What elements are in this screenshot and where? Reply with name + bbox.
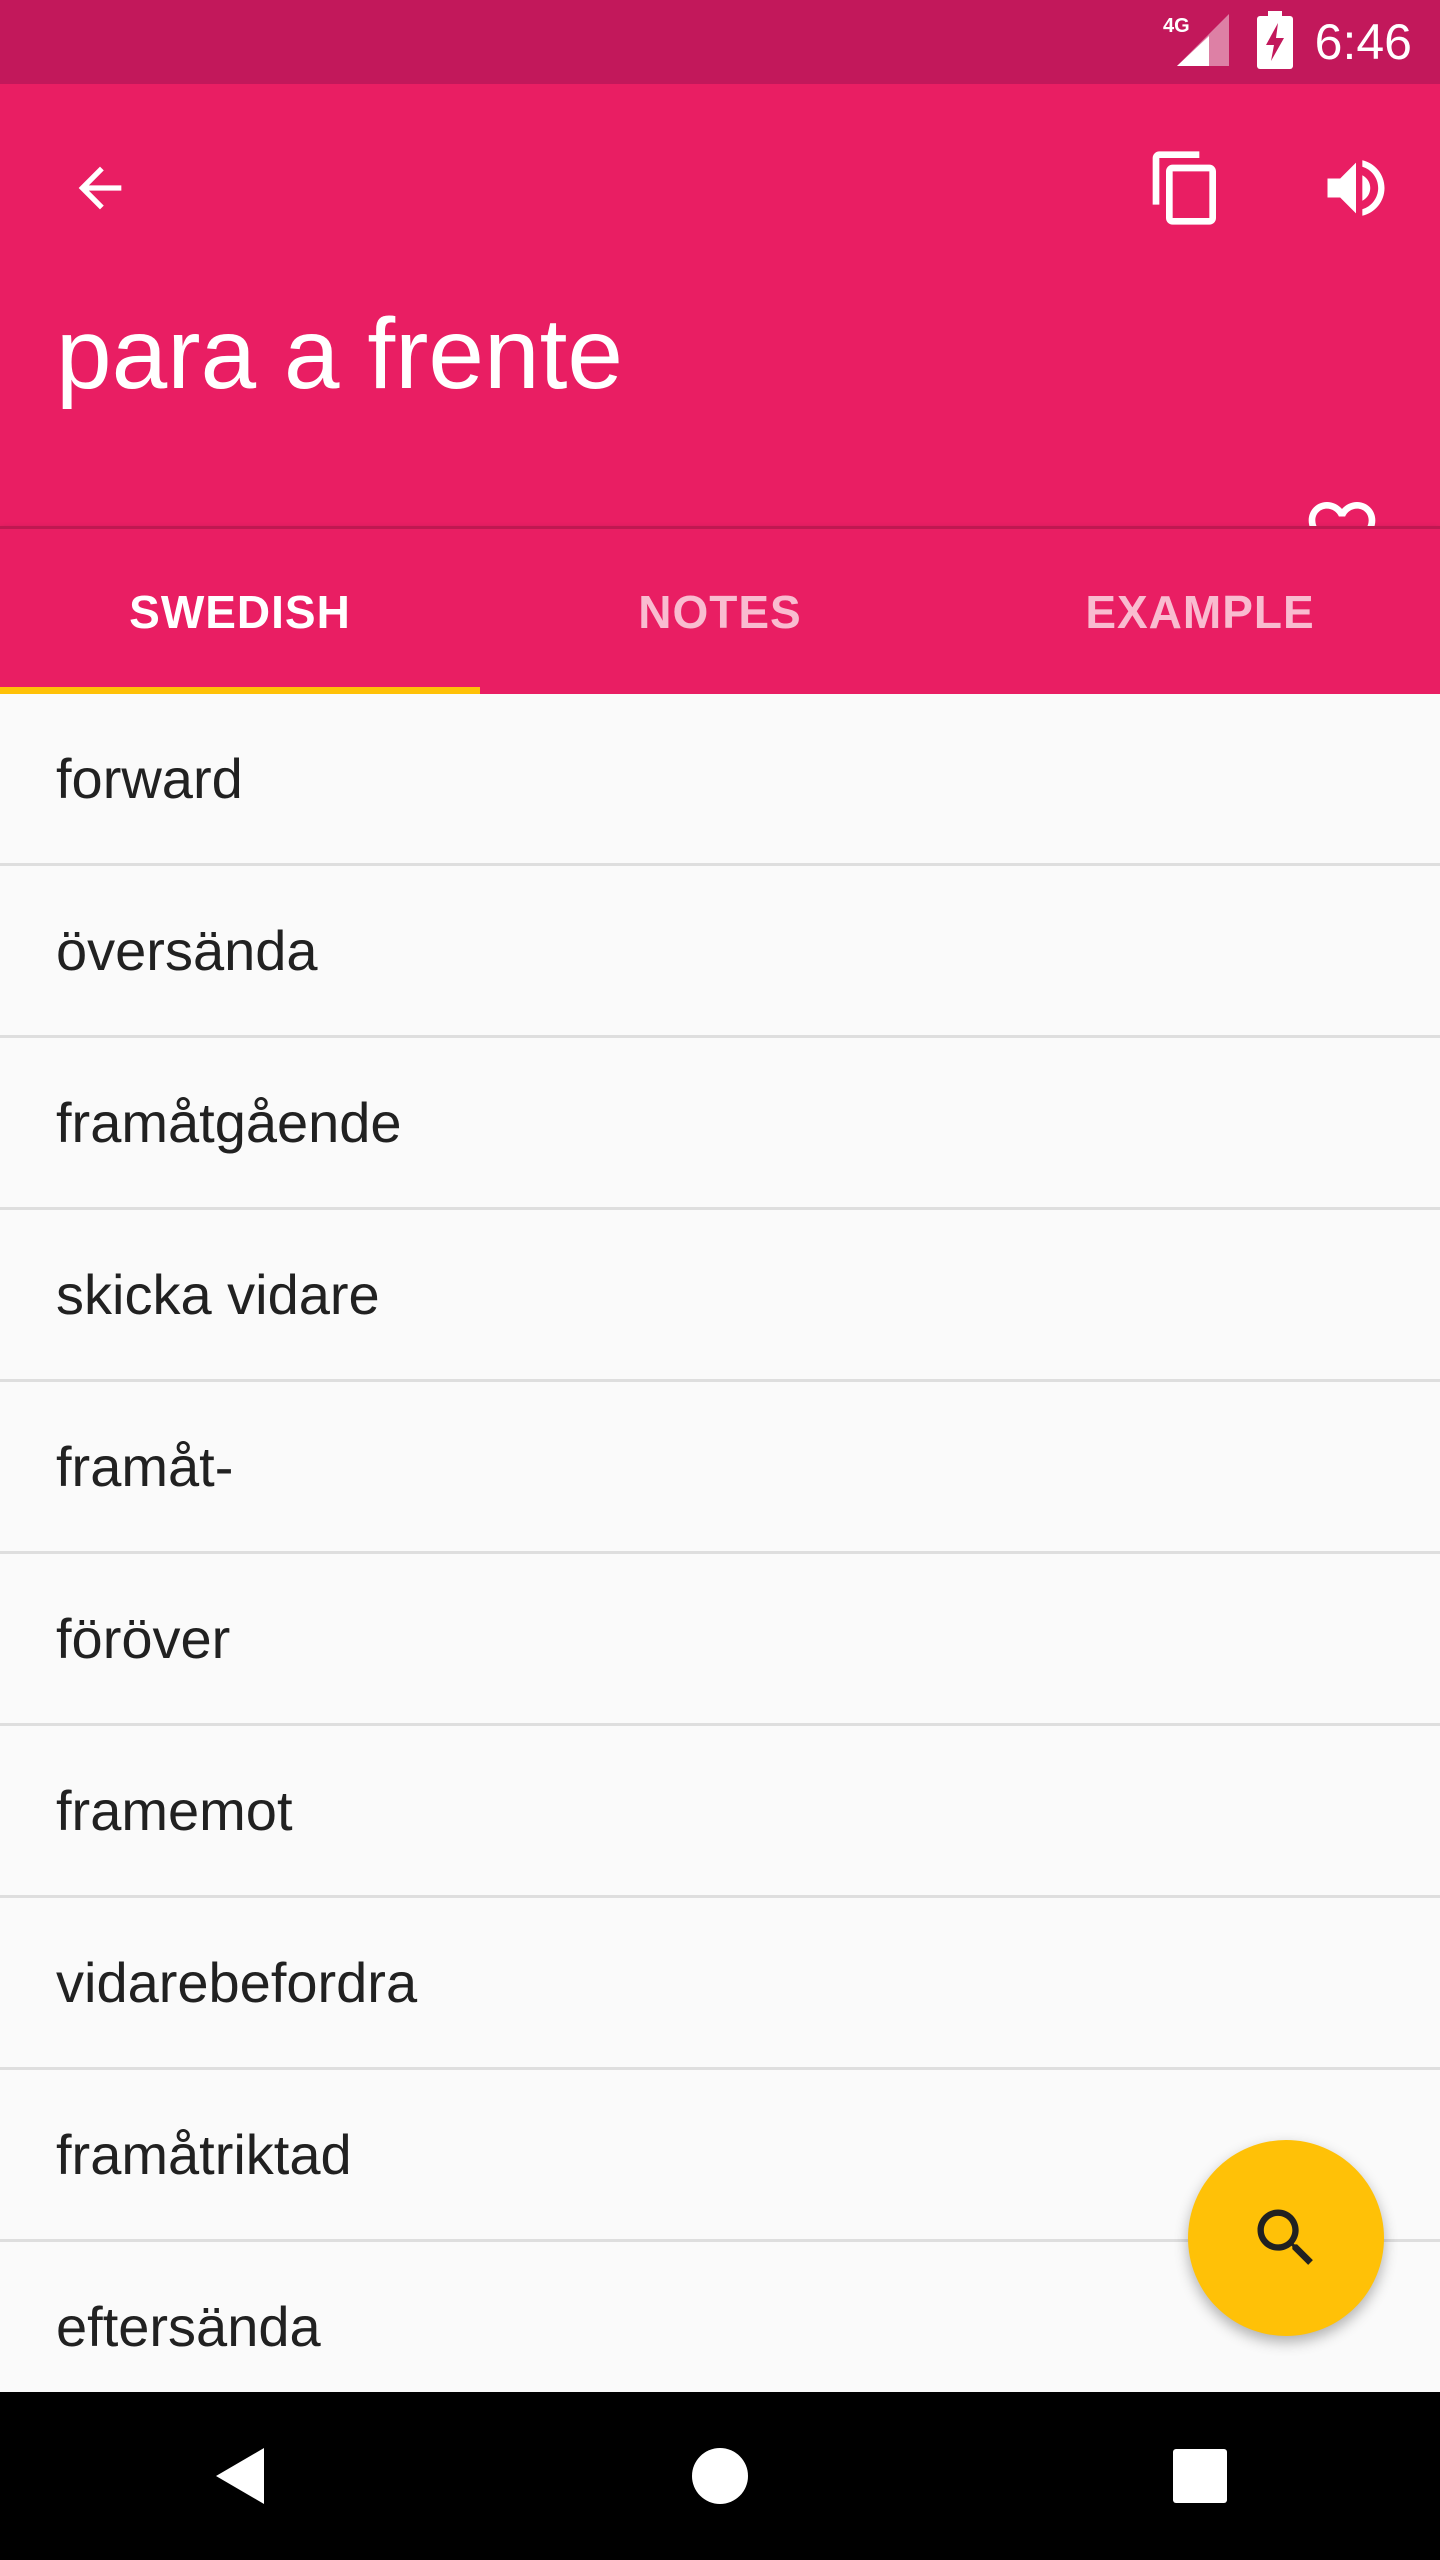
list-item[interactable]: föröver: [0, 1554, 1440, 1726]
tab-notes[interactable]: NOTES: [480, 529, 960, 694]
list-item[interactable]: framåtgående: [0, 1038, 1440, 1210]
tab-bar: SWEDISH NOTES EXAMPLE: [0, 526, 1440, 694]
nav-back-button[interactable]: [160, 2396, 320, 2556]
app-bar: para a frente: [0, 84, 1440, 564]
status-icons: 4G 6:46: [1163, 0, 1412, 84]
status-time: 6:46: [1314, 14, 1412, 70]
nav-home-icon: [692, 2448, 748, 2504]
copy-icon: [1152, 151, 1216, 225]
tab-swedish[interactable]: SWEDISH: [0, 529, 480, 694]
list-item[interactable]: forward: [0, 694, 1440, 866]
volume-icon: [1327, 160, 1385, 216]
status-bar: 4G 6:46: [0, 0, 1440, 84]
nav-recents-icon: [1173, 2449, 1227, 2503]
screen: 4G 6:46 para a frente SWEDISH NOTES EXAM…: [0, 0, 1440, 2560]
search-fab[interactable]: [1188, 2140, 1384, 2336]
tab-example[interactable]: EXAMPLE: [960, 529, 1440, 694]
network-type-label: 4G: [1163, 15, 1190, 37]
list-item[interactable]: översända: [0, 866, 1440, 1038]
nav-home-button[interactable]: [640, 2396, 800, 2556]
list-item[interactable]: skicka vidare: [0, 1210, 1440, 1382]
list-item[interactable]: framåt-: [0, 1382, 1440, 1554]
speak-button[interactable]: [1306, 138, 1406, 238]
nav-recents-button[interactable]: [1120, 2396, 1280, 2556]
battery-charging-icon: [1256, 10, 1293, 74]
list-item[interactable]: vidarebefordra: [0, 1898, 1440, 2070]
search-icon: [1257, 2209, 1313, 2265]
list-item[interactable]: framemot: [0, 1726, 1440, 1898]
translation-list: forward översända framåtgående skicka vi…: [0, 694, 1440, 2414]
signal-icon: 4G: [1163, 10, 1233, 75]
word-title: para a frente: [56, 298, 624, 410]
nav-back-icon: [216, 2448, 264, 2504]
back-button[interactable]: [50, 138, 150, 238]
navigation-bar: [0, 2392, 1440, 2560]
copy-button[interactable]: [1136, 138, 1236, 238]
arrow-left-icon: [78, 166, 122, 210]
